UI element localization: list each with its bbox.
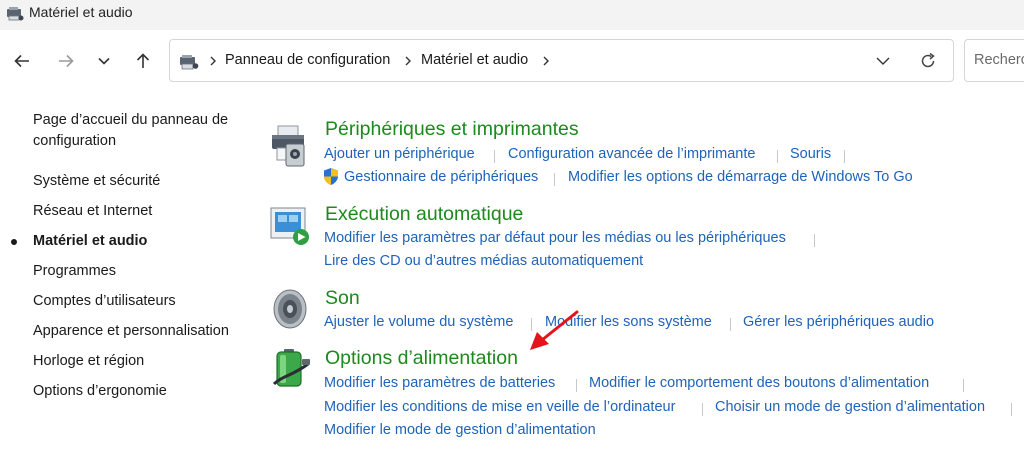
link-separator — [963, 379, 964, 392]
search-box[interactable] — [964, 39, 1024, 82]
window-title: Matériel et audio — [29, 4, 133, 20]
printer-icon[interactable] — [268, 124, 312, 168]
address-bar[interactable]: Panneau de configuration Matériel et aud… — [169, 39, 954, 82]
link-edit-power-plan[interactable]: Modifier le mode de gestion d’alimentati… — [324, 422, 596, 438]
breadcrumb-control-panel[interactable]: Panneau de configuration — [225, 52, 390, 68]
sidebar-item-ease-of-access[interactable]: Options d’ergonomie — [33, 381, 167, 402]
link-windows-to-go[interactable]: Modifier les options de démarrage de Win… — [568, 169, 913, 185]
active-item-bullet — [11, 239, 17, 245]
link-separator — [554, 173, 555, 186]
category-title-autoplay[interactable]: Exécution automatique — [325, 203, 523, 226]
link-separator — [844, 150, 845, 163]
sidebar-item-clock-region[interactable]: Horloge et région — [33, 351, 144, 372]
hardware-icon — [7, 7, 24, 21]
chevron-down-icon — [98, 57, 110, 65]
chevron-right-icon — [405, 56, 411, 66]
sidebar-item-hardware-sound[interactable]: Matériel et audio — [33, 231, 147, 252]
recent-locations-button[interactable] — [91, 48, 117, 74]
uac-shield-icon — [324, 168, 338, 185]
sidebar-item-appearance[interactable]: Apparence et personnalisation — [33, 321, 229, 342]
link-separator — [576, 379, 577, 392]
category-title-sound[interactable]: Son — [325, 287, 360, 310]
link-add-device[interactable]: Ajouter un périphérique — [324, 146, 475, 162]
sidebar-item-system-security[interactable]: Système et sécurité — [33, 171, 160, 192]
link-separator — [702, 403, 703, 416]
sidebar-item-user-accounts[interactable]: Comptes d’utilisateurs — [33, 291, 176, 312]
link-autoplay-cds[interactable]: Lire des CD ou d’autres médias automatiq… — [324, 253, 643, 269]
link-power-buttons[interactable]: Modifier le comportement des boutons d’a… — [589, 375, 929, 391]
up-button[interactable] — [130, 48, 156, 74]
forward-button[interactable] — [53, 48, 79, 74]
chevron-right-icon — [210, 56, 216, 66]
sidebar-item-programs[interactable]: Programmes — [33, 261, 116, 282]
back-button[interactable] — [9, 48, 35, 74]
category-title-power-options[interactable]: Options d’alimentation — [325, 347, 518, 370]
search-input[interactable] — [965, 40, 1024, 80]
link-default-media-settings[interactable]: Modifier les paramètres par défaut pour … — [324, 230, 786, 246]
autoplay-icon[interactable] — [268, 203, 312, 247]
chevron-right-icon[interactable] — [541, 54, 551, 68]
arrow-up-icon — [136, 53, 150, 68]
category-title-devices-printers[interactable]: Périphériques et imprimantes — [325, 118, 579, 141]
title-bar: Matériel et audio — [0, 0, 1024, 30]
sidebar-home-link[interactable]: Page d’accueil du panneau de configurati… — [33, 110, 243, 152]
link-advanced-printer-setup[interactable]: Configuration avancée de l’imprimante — [508, 146, 755, 162]
link-adjust-volume[interactable]: Ajuster le volume du système — [324, 314, 513, 330]
link-separator — [814, 234, 815, 247]
speaker-icon[interactable] — [268, 287, 312, 331]
hardware-icon — [180, 55, 199, 70]
chevron-down-icon[interactable] — [874, 54, 892, 68]
arrow-right-icon — [59, 54, 74, 68]
arrow-left-icon — [14, 54, 29, 68]
sidebar-item-network-internet[interactable]: Réseau et Internet — [33, 201, 152, 222]
annotation-arrow-icon — [530, 310, 579, 350]
link-choose-power-plan[interactable]: Choisir un mode de gestion d’alimentatio… — [715, 399, 985, 415]
link-separator — [777, 150, 778, 163]
refresh-icon[interactable] — [918, 51, 938, 71]
link-mouse[interactable]: Souris — [790, 146, 831, 162]
battery-icon[interactable] — [268, 346, 312, 390]
link-battery-settings[interactable]: Modifier les paramètres de batteries — [324, 375, 555, 391]
link-separator — [494, 150, 495, 163]
link-manage-audio-devices[interactable]: Gérer les périphériques audio — [743, 314, 934, 330]
breadcrumb-hardware-sound[interactable]: Matériel et audio — [421, 52, 528, 68]
link-separator — [730, 318, 731, 331]
link-device-manager[interactable]: Gestionnaire de périphériques — [344, 169, 538, 185]
link-separator — [1011, 403, 1012, 416]
link-sleep-settings[interactable]: Modifier les conditions de mise en veill… — [324, 399, 675, 415]
